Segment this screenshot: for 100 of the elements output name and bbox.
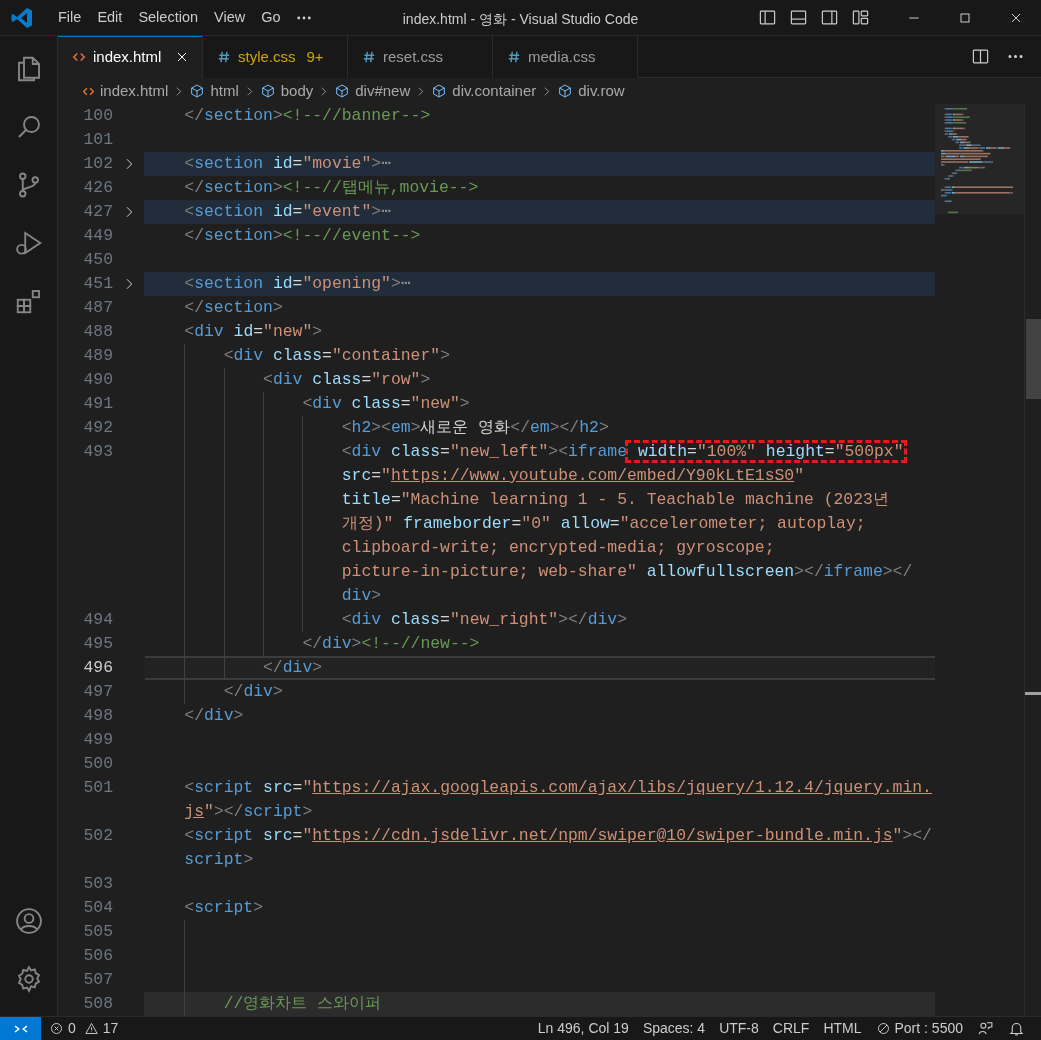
line-number: 493 — [83, 442, 113, 461]
code-line: <h2><em>새로운 영화</em></h2> — [340, 418, 609, 437]
breadcrumb-item[interactable]: div.container — [429, 79, 539, 103]
code-line: //영화차트 스와이퍼 — [222, 994, 382, 1013]
code-line: <script src="https://cdn.jsdelivr.net/npm/swiper@10/swiper-bundle.min.js"></ — [183, 826, 932, 845]
layout-icon[interactable] — [851, 8, 870, 27]
hash-icon — [217, 50, 231, 64]
line-number: 100 — [83, 106, 113, 125]
menu-item[interactable]: File — [50, 6, 90, 29]
error-icon — [49, 1021, 64, 1036]
window-title: index.html - 영화 - Visual Studio Code — [402, 10, 639, 29]
line-number: 498 — [83, 706, 113, 725]
line-number: 487 — [83, 298, 113, 317]
code-line: <div id="new"> — [183, 322, 323, 341]
code-line: </section><!--//event--> — [183, 226, 421, 245]
line-number: 491 — [83, 394, 113, 413]
split-editor-icon[interactable] — [971, 47, 990, 66]
panel-toggle-icon[interactable] — [789, 8, 808, 27]
line-number: 101 — [83, 130, 113, 149]
line-number: 504 — [83, 898, 113, 917]
status-item[interactable]: Spaces: 4 — [635, 1016, 713, 1040]
code-line: <div class="new_left"><iframe — [340, 442, 628, 461]
bell-icon[interactable] — [1008, 1020, 1025, 1037]
menu-item[interactable]: Edit — [89, 6, 131, 29]
warning-icon — [83, 1021, 99, 1036]
code-line: <section id="event">⋯ — [183, 202, 391, 221]
line-number: 102 — [83, 154, 113, 173]
cube-icon — [431, 83, 448, 99]
code-line: <div class="new"> — [301, 394, 470, 413]
code-line: </section><!--//banner--> — [183, 106, 431, 125]
line-number: 495 — [83, 634, 113, 653]
editor-tab[interactable]: style.css 9+ — [203, 36, 348, 78]
code-line: 개정)" frameborder="0" allow="accelerometer; autoplay; — [341, 514, 866, 533]
code-line: </section><!--//탭메뉴,movie--> — [183, 178, 479, 197]
code-line: div> — [341, 586, 382, 605]
status-count[interactable]: 0 — [68, 1018, 76, 1039]
hash-icon — [507, 50, 521, 64]
line-number: 450 — [83, 250, 113, 269]
line-number: 497 — [83, 682, 113, 701]
hash-icon — [362, 50, 376, 64]
line-number: 449 — [83, 226, 113, 245]
breadcrumb-item[interactable]: div#new — [332, 79, 413, 103]
code-line: </div> — [183, 706, 244, 725]
cube-icon — [189, 83, 206, 99]
menu-item[interactable]: Selection — [130, 6, 207, 29]
status-item[interactable]: CRLF — [765, 1016, 817, 1040]
cube-icon — [259, 83, 276, 99]
code-line: clipboard-write; encrypted-media; gyroscope; — [341, 538, 775, 557]
breadcrumb-item[interactable]: div.row — [555, 79, 627, 103]
no-entry-icon — [875, 1021, 891, 1036]
line-number: 451 — [83, 274, 113, 293]
code-line: script> — [184, 850, 254, 869]
feedback-icon[interactable] — [977, 1020, 994, 1037]
menu-item[interactable]: Go — [253, 6, 289, 29]
code-line: </div> — [222, 682, 283, 701]
line-number: 499 — [83, 730, 113, 749]
code-line: </div><!--//new--> — [301, 634, 480, 653]
sidebar-toggle-icon[interactable] — [758, 8, 777, 27]
line-number: 505 — [83, 922, 113, 941]
line-number: 492 — [83, 418, 113, 437]
code-line: src="https://www.youtube.com/embed/Y90kLtE1sS0" — [341, 466, 805, 485]
code-line: <section id="movie">⋯ — [183, 154, 391, 173]
code-line: title="Machine learning 1 - 5. Teachable machine (2023년 — [341, 490, 889, 509]
status-item[interactable]: Ln 496, Col 19 — [530, 1016, 636, 1040]
line-number: 501 — [83, 778, 113, 797]
status-item[interactable]: HTML — [816, 1016, 869, 1040]
breadcrumb-item[interactable]: body — [257, 79, 316, 103]
breadcrumb-item[interactable]: html — [187, 79, 241, 103]
status-item[interactable]: Port : 5500 — [868, 1016, 970, 1040]
code-line: <script src="https://ajax.googleapis.com/ajax/libs/jquery/1.12.4/jquery.min. — [183, 778, 932, 797]
line-number: 507 — [83, 970, 113, 989]
account-icon[interactable] — [14, 906, 44, 936]
line-number: 502 — [83, 826, 113, 845]
status-count[interactable]: 17 — [102, 1018, 119, 1039]
code-line: js"></script> — [184, 802, 313, 821]
code-line: picture-in-picture; web-share" allowfullscreen></iframe></ — [341, 562, 913, 581]
editor-tab[interactable]: reset.css — [348, 36, 493, 78]
code-line: </div> — [262, 658, 323, 677]
code-line: <div class="new_right"></div> — [340, 610, 628, 629]
line-number: 506 — [83, 946, 113, 965]
code-line: <section id="opening">⋯ — [183, 274, 411, 293]
run-debug-icon[interactable] — [14, 228, 44, 258]
line-number: 426 — [83, 178, 113, 197]
secondary-sidebar-icon[interactable] — [820, 8, 839, 27]
code-line: <div class="container"> — [222, 346, 450, 365]
line-number: 500 — [83, 754, 113, 773]
app-logo-icon — [10, 5, 34, 30]
menu-item[interactable]: View — [206, 6, 254, 29]
code-line: <script> — [183, 898, 264, 917]
highlighted-code: width="100%" height="500px" — [627, 442, 905, 461]
code-brackets-icon — [72, 50, 86, 64]
line-number: 508 — [83, 994, 113, 1013]
editor-tab[interactable]: index.html — [58, 36, 203, 78]
cube-icon — [557, 83, 574, 99]
editor-tab[interactable]: media.css — [493, 36, 638, 78]
status-item[interactable]: UTF-8 — [712, 1016, 766, 1040]
line-number: 490 — [83, 370, 113, 389]
breadcrumb-item[interactable]: index.html — [80, 79, 171, 103]
line-number: 496 — [83, 658, 113, 677]
code-line: </section> — [183, 298, 283, 317]
